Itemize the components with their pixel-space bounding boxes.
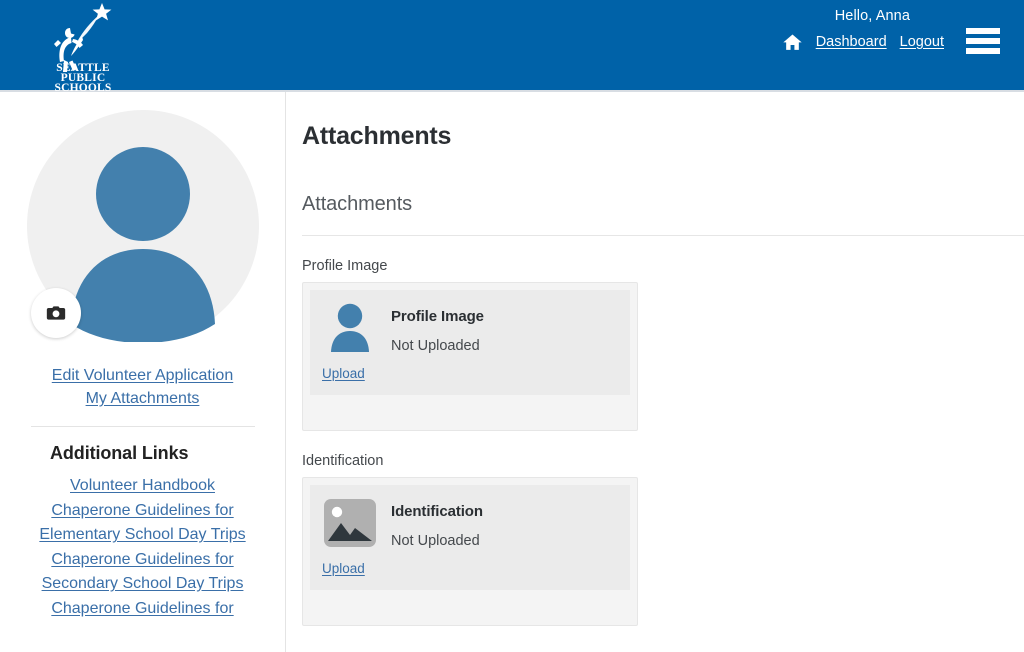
seattle-public-schools-logo[interactable]: SEATTLE PUBLIC SCHOOLS: [50, 0, 116, 92]
hamburger-icon[interactable]: [966, 28, 1000, 54]
svg-text:SCHOOLS: SCHOOLS: [54, 82, 111, 92]
attachment-card-profile-image: Upload Profile Image Not Uploaded: [302, 282, 638, 431]
avatar: [26, 110, 259, 342]
attachment-card-inner: Upload Profile Image Not Uploaded: [310, 290, 630, 395]
hamburger-bar: [966, 48, 1000, 54]
greeting-text: Hello, Anna: [834, 8, 910, 24]
user-avatar-icon: [331, 303, 369, 352]
hamburger-bar: [966, 38, 1000, 44]
field-label-profile-image: Profile Image: [302, 258, 388, 274]
upload-link-profile-image[interactable]: Upload: [322, 365, 365, 383]
nav-row: Dashboard Logout: [782, 32, 944, 52]
section-divider: [302, 235, 1024, 236]
attachment-meta: Identification Not Uploaded: [391, 495, 483, 549]
additional-links-heading: Additional Links: [50, 443, 189, 463]
attachment-status-identification: Not Uploaded: [391, 533, 480, 549]
image-placeholder-icon: [324, 499, 376, 547]
user-nav: Hello, Anna Dashboard Logout: [782, 6, 966, 52]
nav-link-logout[interactable]: Logout: [900, 32, 944, 52]
sidebar-item-my-attachments[interactable]: My Attachments: [14, 387, 271, 410]
attachment-card-identification: Upload Identification Not Uploaded: [302, 477, 638, 626]
hamburger-bar: [966, 28, 1000, 34]
header-right-group: Hello, Anna Dashboard Logout: [782, 0, 1024, 92]
page-body: Edit Volunteer Application My Attachment…: [0, 92, 1024, 652]
main-content: Attachments Attachments Profile Image Up…: [286, 92, 1024, 652]
attachment-thumb-column: Upload: [322, 495, 378, 578]
attachment-card-inner: Upload Identification Not Uploaded: [310, 485, 630, 590]
attachment-name-profile-image: Profile Image: [391, 308, 484, 325]
attachment-thumb-column: Upload: [322, 300, 378, 383]
sidebar-additional-links: Volunteer Handbook Chaperone Guidelines …: [0, 474, 285, 621]
home-icon[interactable]: [782, 32, 803, 52]
attachment-name-identification: Identification: [391, 503, 483, 520]
sidebar-item-chaperone-elementary[interactable]: Chaperone Guidelines for Elementary Scho…: [12, 499, 273, 548]
site-header: SEATTLE PUBLIC SCHOOLS Hello, Anna Dashb…: [0, 0, 1024, 92]
sidebar: Edit Volunteer Application My Attachment…: [0, 92, 286, 652]
attachment-meta: Profile Image Not Uploaded: [391, 300, 484, 354]
sidebar-primary-links: Edit Volunteer Application My Attachment…: [0, 364, 285, 410]
page-title: Attachments: [302, 122, 452, 150]
nav-link-dashboard[interactable]: Dashboard: [816, 32, 887, 52]
sidebar-divider: [30, 426, 255, 427]
sidebar-item-volunteer-handbook[interactable]: Volunteer Handbook: [12, 474, 273, 499]
camera-icon: [46, 306, 65, 320]
change-photo-button[interactable]: [30, 288, 81, 338]
sidebar-item-edit-volunteer-application[interactable]: Edit Volunteer Application: [14, 364, 271, 387]
sidebar-item-chaperone-secondary[interactable]: Chaperone Guidelines for Secondary Schoo…: [12, 548, 273, 597]
section-title: Attachments: [302, 193, 413, 215]
sidebar-item-chaperone-overnight[interactable]: Chaperone Guidelines for: [12, 597, 273, 622]
upload-link-identification[interactable]: Upload: [322, 560, 365, 578]
attachment-status-profile-image: Not Uploaded: [391, 338, 480, 354]
field-label-identification: Identification: [302, 453, 384, 469]
